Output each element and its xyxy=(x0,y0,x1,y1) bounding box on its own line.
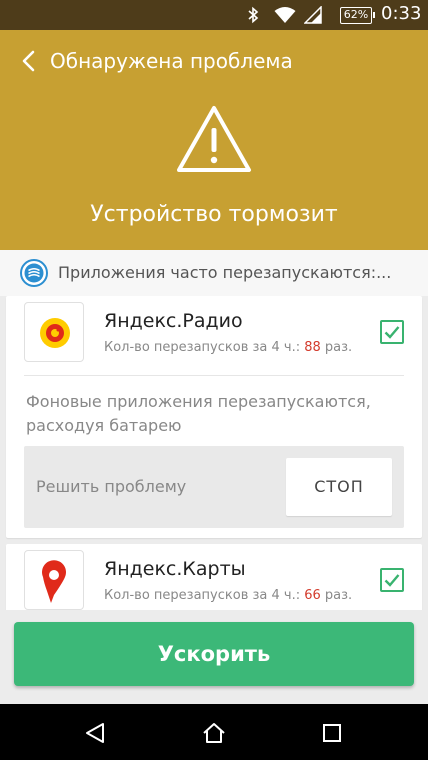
restart-count-prefix: Кол-во перезапусков за 4 ч.: xyxy=(104,340,305,355)
page-title: Обнаружена проблема xyxy=(50,49,293,73)
battery-level: 62% xyxy=(343,8,369,21)
back-arrow-icon[interactable] xyxy=(20,50,38,72)
battery-icon: 62% xyxy=(340,7,375,24)
fix-problem-box: Решить проблему СТОП xyxy=(24,446,404,528)
problem-headline: Устройство тормозит xyxy=(90,202,338,227)
app-card-yandex-maps: Яндекс.Карты Кол-во перезапусков за 4 ч.… xyxy=(6,544,422,610)
restart-count-value: 88 xyxy=(304,340,321,355)
clock: 0:33 xyxy=(381,3,422,24)
app-name: Яндекс.Карты xyxy=(104,558,246,580)
restart-count-prefix: Кол-во перезапусков за 4 ч.: xyxy=(104,588,305,603)
yandex-maps-icon xyxy=(24,550,84,610)
restart-count-text: Кол-во перезапусков за 4 ч.: 88 раз. xyxy=(104,340,352,355)
app-checkbox[interactable] xyxy=(380,320,404,344)
navigation-bar xyxy=(0,704,428,760)
restart-count-text: Кол-во перезапусков за 4 ч.: 66 раз. xyxy=(104,588,352,603)
nav-recents-icon[interactable] xyxy=(322,723,342,743)
fix-problem-label: Решить проблему xyxy=(36,477,187,496)
problem-reason: Фоновые приложения перезапускаются, расх… xyxy=(26,392,371,435)
boost-button[interactable]: Ускорить xyxy=(14,622,414,686)
wifi-icon xyxy=(274,7,296,23)
bluetooth-icon xyxy=(248,6,259,24)
warning-icon xyxy=(177,106,251,172)
checkmark-icon xyxy=(384,326,400,339)
app-checkbox[interactable] xyxy=(380,568,404,592)
restart-count-suffix: раз. xyxy=(320,588,353,603)
divider xyxy=(24,375,404,376)
yandex-radio-icon xyxy=(24,302,84,362)
app-name: Яндекс.Радио xyxy=(104,310,243,332)
section-subheader: Приложения часто перезапускаются:... xyxy=(0,250,428,296)
nav-home-icon[interactable] xyxy=(202,722,226,744)
checkmark-icon xyxy=(384,574,400,587)
app-list[interactable]: Яндекс.Радио Кол-во перезапусков за 4 ч.… xyxy=(0,296,428,610)
status-bar: 62% 0:33 xyxy=(0,0,428,30)
stop-button[interactable]: СТОП xyxy=(286,458,392,516)
problem-header: Обнаружена проблема Устройство тормозит xyxy=(0,30,428,250)
subheader-text: Приложения часто перезапускаются:... xyxy=(58,263,392,282)
app-card-yandex-radio: Яндекс.Радио Кол-во перезапусков за 4 ч.… xyxy=(6,296,422,538)
restart-count-value: 66 xyxy=(304,588,321,603)
shield-icon xyxy=(20,259,48,287)
signal-icon xyxy=(304,6,322,24)
restart-count-suffix: раз. xyxy=(320,340,353,355)
nav-back-icon[interactable] xyxy=(84,722,106,744)
